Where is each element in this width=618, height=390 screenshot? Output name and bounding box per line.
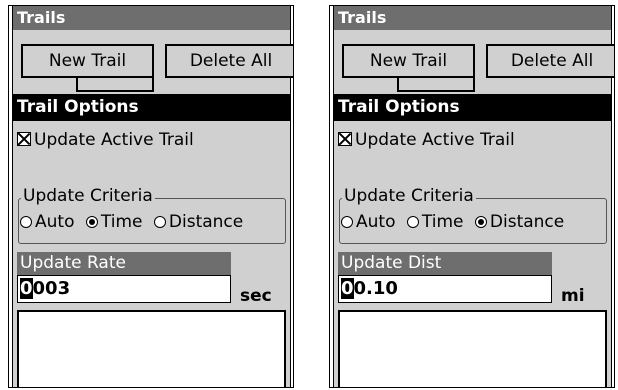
update-rate-value: 003	[32, 278, 71, 299]
update-active-trail-checkbox[interactable]: Update Active Trail	[17, 128, 194, 152]
hidden-button-stub	[397, 78, 475, 92]
update-dist-input[interactable]: 00.10	[338, 275, 552, 303]
update-criteria-label: Update Criteria	[21, 186, 155, 206]
trails-header: Trails	[13, 6, 290, 30]
trails-list[interactable]	[17, 310, 286, 387]
radio-distance[interactable]: Distance	[474, 212, 565, 232]
trail-options-title: Trail Options	[334, 94, 611, 121]
input-cursor: 0	[341, 278, 354, 299]
update-active-trail-label: Update Active Trail	[34, 130, 194, 150]
update-rate-unit: sec	[240, 286, 272, 306]
radio-selected-icon[interactable]	[474, 216, 487, 228]
delete-all-button[interactable]: Delete All	[486, 44, 614, 78]
update-dist-label: Update Dist	[338, 252, 552, 275]
radio-auto[interactable]: Auto	[20, 212, 74, 232]
radio-distance-label: Distance	[489, 212, 565, 232]
checkbox-checked-icon[interactable]	[338, 132, 352, 146]
radio-unselected-icon[interactable]	[341, 216, 353, 228]
radio-auto[interactable]: Auto	[341, 212, 395, 232]
panel-frame: Trails New Trail Delete All Trail Option…	[12, 6, 293, 387]
radio-time[interactable]: Time	[85, 212, 143, 232]
radio-time-label: Time	[421, 212, 464, 232]
radio-distance[interactable]: Distance	[153, 212, 244, 232]
trails-panel-left: Trails New Trail Delete All Trail Option…	[8, 5, 294, 388]
radio-auto-label: Auto	[356, 212, 396, 232]
radio-time[interactable]: Time	[406, 212, 464, 232]
radio-selected-icon[interactable]	[85, 216, 98, 228]
radio-unselected-icon[interactable]	[153, 216, 166, 228]
update-rate-label: Update Rate	[17, 252, 231, 275]
input-cursor: 0	[20, 278, 33, 299]
trails-panel-right: Trails New Trail Delete All Trail Option…	[329, 5, 615, 388]
trails-header: Trails	[334, 6, 611, 30]
panel-frame: Trails New Trail Delete All Trail Option…	[333, 6, 614, 387]
update-dist-value: 0.10	[353, 278, 398, 299]
update-criteria-radios: Auto Time Distance	[341, 212, 564, 232]
radio-distance-label: Distance	[168, 212, 244, 232]
update-criteria-radios: Auto Time Distance	[20, 212, 243, 232]
update-active-trail-label: Update Active Trail	[355, 130, 515, 150]
radio-unselected-icon[interactable]	[20, 216, 32, 228]
checkbox-checked-icon[interactable]	[17, 132, 31, 146]
hidden-button-stub	[76, 78, 154, 92]
new-trail-button[interactable]: New Trail	[342, 44, 475, 78]
trail-options-title: Trail Options	[13, 94, 290, 121]
radio-auto-label: Auto	[35, 212, 75, 232]
update-rate-input[interactable]: 0003	[17, 275, 231, 303]
update-criteria-label: Update Criteria	[342, 186, 476, 206]
radio-unselected-icon[interactable]	[406, 216, 419, 228]
trails-list[interactable]	[338, 310, 607, 387]
new-trail-button[interactable]: New Trail	[21, 44, 154, 78]
delete-all-button[interactable]: Delete All	[165, 44, 293, 78]
update-active-trail-checkbox[interactable]: Update Active Trail	[338, 128, 515, 152]
update-dist-unit: mi	[561, 286, 585, 306]
radio-time-label: Time	[100, 212, 143, 232]
